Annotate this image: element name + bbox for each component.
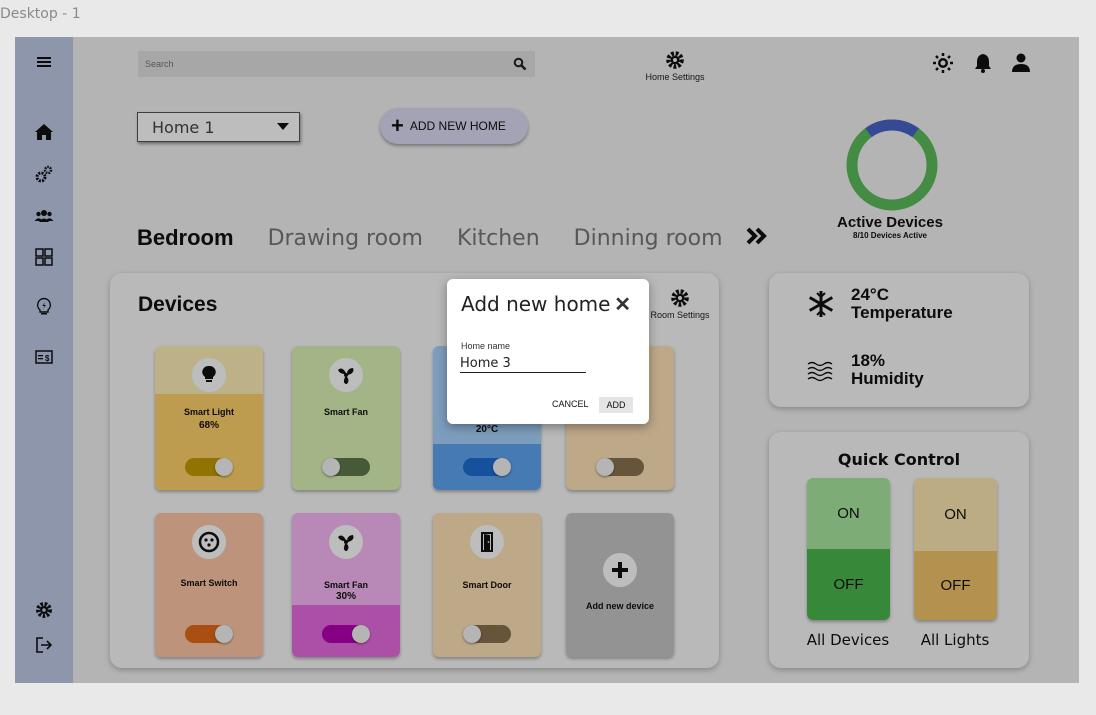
home-name-label: Home name — [461, 341, 511, 351]
app-frame: $ Home Settings Home 1 + ADD NEW HOME Be… — [15, 37, 1079, 683]
add-button[interactable]: ADD — [599, 397, 633, 413]
close-icon[interactable]: ✕ — [614, 292, 631, 317]
cancel-button[interactable]: CANCEL — [552, 399, 589, 409]
frame-title: Desktop - 1 — [0, 6, 81, 22]
add-home-dialog: Add new home ✕ Home name CANCEL ADD — [447, 279, 649, 424]
home-name-input[interactable] — [460, 355, 586, 373]
dialog-title: Add new home — [461, 292, 611, 316]
